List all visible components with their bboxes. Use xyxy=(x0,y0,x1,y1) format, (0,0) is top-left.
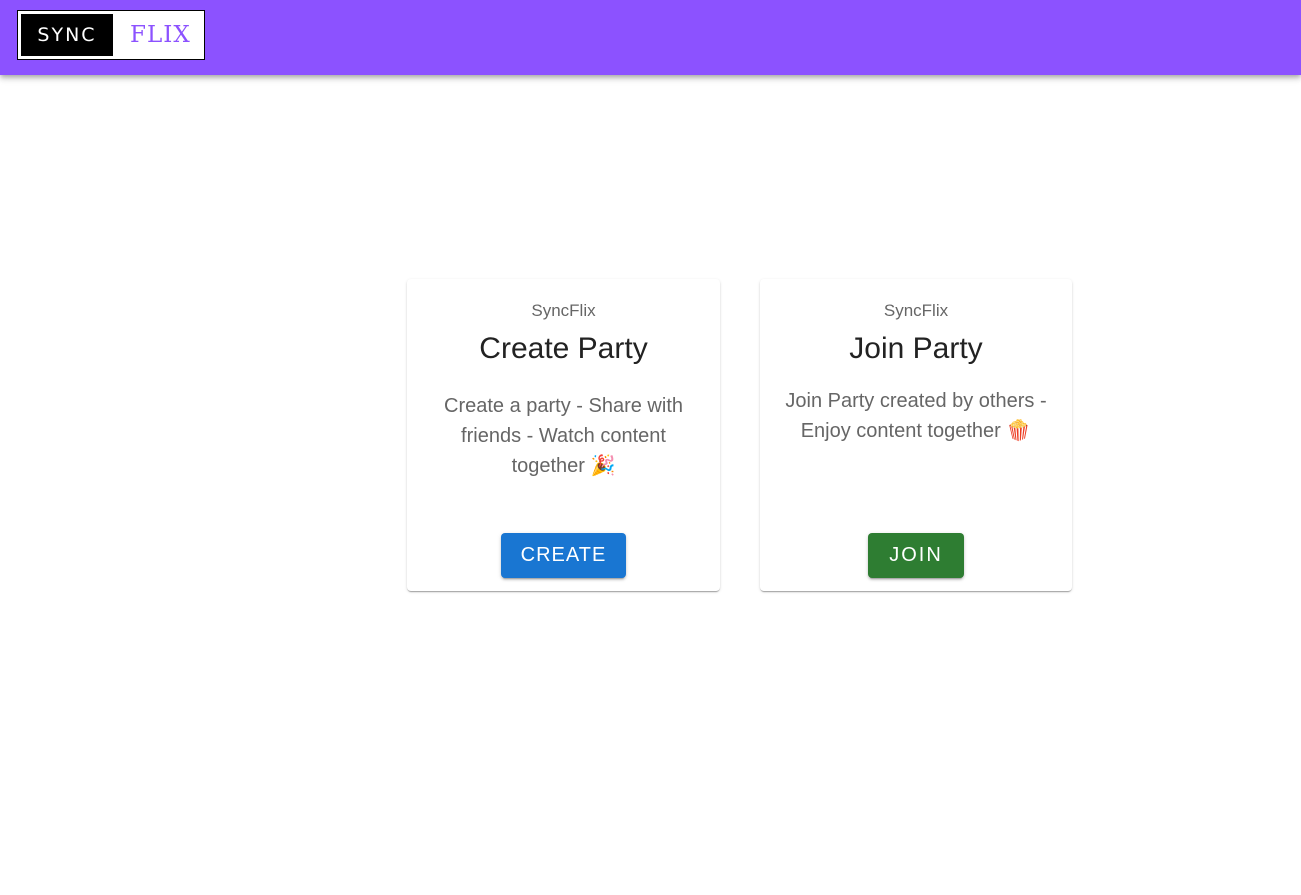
card-description: Create a party - Share with friends - Wa… xyxy=(444,395,683,477)
logo-flix-text: FLIX xyxy=(130,22,191,48)
card-overline: SyncFlix xyxy=(531,301,596,320)
logo-sync-text: SYNC xyxy=(21,14,113,56)
card-title: Create Party xyxy=(479,332,648,365)
card-overline: SyncFlix xyxy=(883,301,949,320)
card-description: Join Party created by others - Enjoy con… xyxy=(785,390,1047,442)
create-button[interactable]: CREATE xyxy=(501,533,626,578)
create-party-card: SyncFlix Create Party Create a party - S… xyxy=(407,279,720,591)
syncflix-logo[interactable]: SYNC FLIX xyxy=(17,10,205,60)
app-bar: SYNC FLIX xyxy=(0,0,1301,75)
join-party-card: SyncFlix Join Party Join Party created b… xyxy=(760,279,1072,591)
card-title: Join Party xyxy=(849,332,983,365)
join-button[interactable]: JOIN xyxy=(868,533,964,578)
